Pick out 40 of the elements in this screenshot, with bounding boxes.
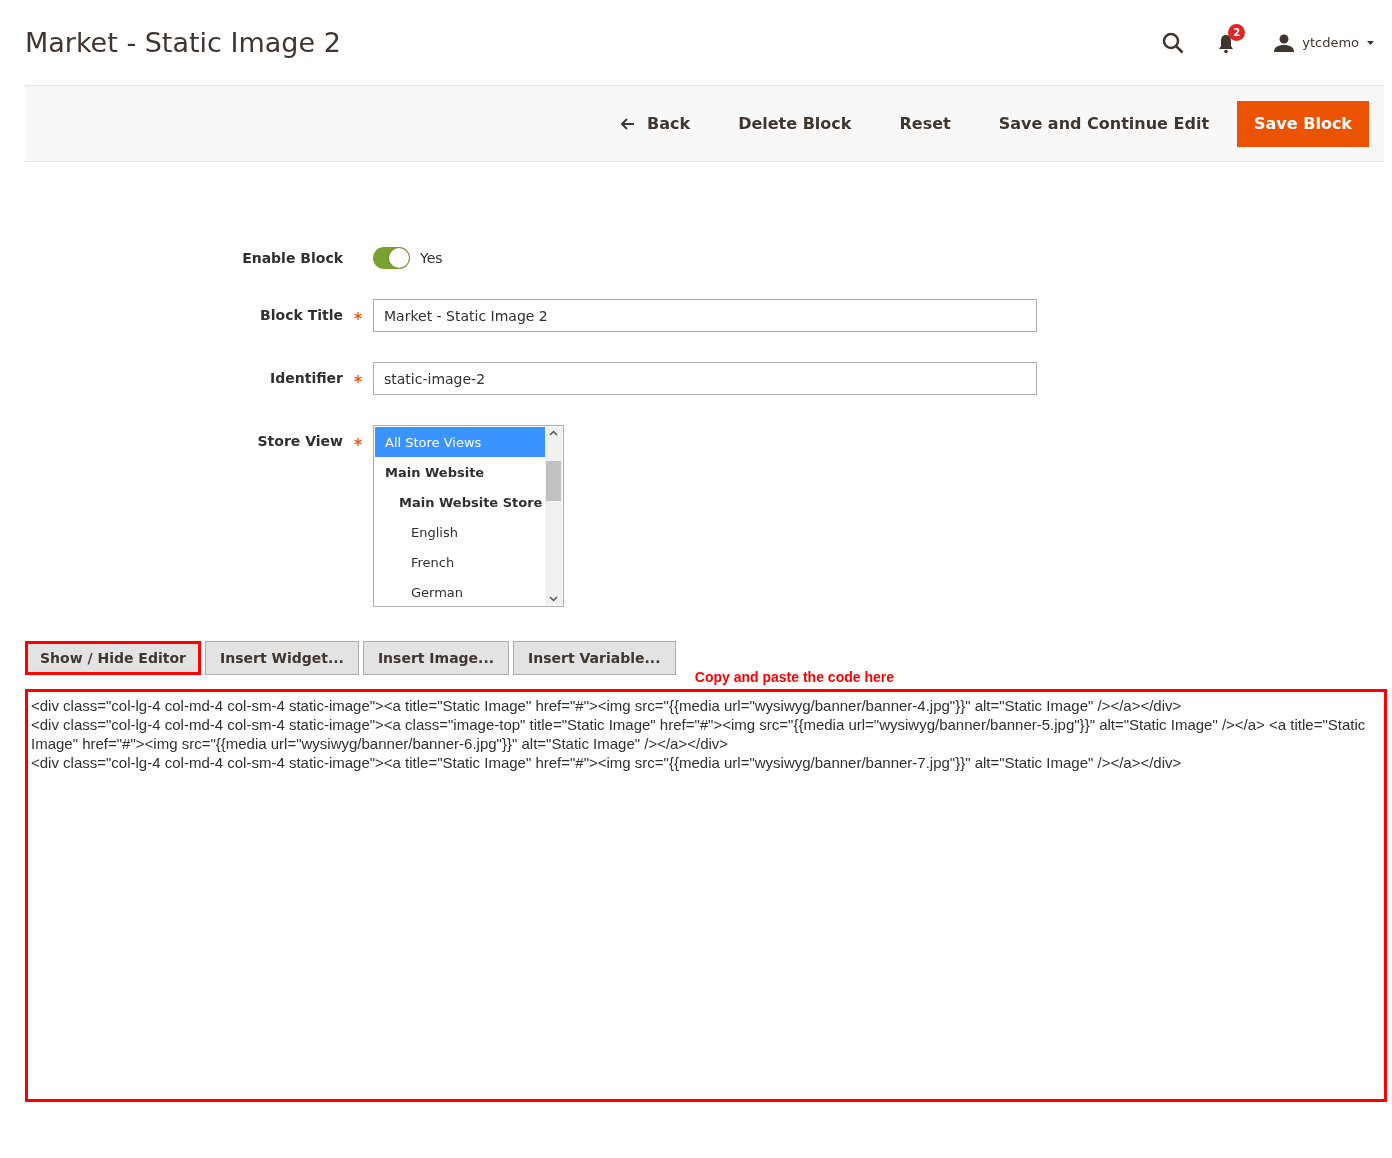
field-label: Identifier [269,369,343,386]
left-arrow-icon [620,117,635,130]
editor-button[interactable]: Insert Image... [362,641,510,675]
editor-button[interactable]: Insert Widget... [204,641,359,675]
toolbar-button[interactable]: Delete Block [718,100,872,147]
scroll-down-icon[interactable] [549,596,558,602]
bell-icon[interactable] [1218,33,1235,54]
toolbar-button[interactable]: Save and Continue Edit [978,100,1230,147]
toggle-label: Yes [420,250,443,266]
editor-button[interactable]: Insert Variable... [513,641,676,675]
scrollbar[interactable] [545,427,562,605]
toolbar-button[interactable]: Reset [879,100,971,147]
field-label: Enable Block [241,249,343,266]
list-option[interactable]: French [375,547,545,577]
list-option[interactable]: Main Website [375,457,545,487]
list-option[interactable]: Main Website Store [375,487,545,517]
list-option[interactable]: German [375,577,545,606]
list-option[interactable]: English [375,517,545,547]
caret-icon [1367,40,1374,45]
back-button[interactable]: Back [600,100,711,147]
annotation-text: Copy and paste the code here [693,669,895,685]
code-textarea[interactable] [25,689,1387,1102]
toggle-switch[interactable] [373,247,410,269]
text-input[interactable]: static-image-2 [373,362,1037,395]
field-label: Block Title [259,306,343,323]
user-menu[interactable]: ytcdemo [1274,33,1374,52]
editor-button[interactable]: Show / Hide Editor [25,641,201,675]
user-icon [1274,33,1295,52]
field-label: Store View [256,432,343,449]
code-line: <div class="col-lg-4 col-md-4 col-sm-4 static-image"><a class="image-top" title="Static Image" href="#"><img src="{{media url="wysiwyg/banner/banner-5.jpg"}}" alt="Static Image" /></a> <a title="Static Image" href="#"><img src="{{media url="wysiwyg/banner/banner-6.jpg"}}" alt="Static Image" /></a></div> [31,715,1367,753]
toolbar-button[interactable]: Save Block [1237,100,1369,147]
scroll-thumb[interactable] [546,461,561,501]
code-line: <div class="col-lg-4 col-md-4 col-sm-4 static-image"><a title="Static Image" href="#"><img src="{{media url="wysiwyg/banner/banner-4.jpg"}}" alt="Static Image" /></a></div> [31,696,1183,715]
code-line: <div class="col-lg-4 col-md-4 col-sm-4 static-image"><a title="Static Image" href="#"><img src="{{media url="wysiwyg/banner/banner-7.jpg"}}" alt="Static Image" /></a></div> [31,753,1183,772]
page-title: Market - Static Image 2 [25,27,342,58]
search-icon[interactable] [1162,31,1185,54]
store-view-listbox[interactable]: All Store Views Main Website Main Website Store English French German [373,425,564,607]
notification-count: 2 [1228,23,1246,41]
scroll-up-icon[interactable] [549,430,558,436]
text-input[interactable]: Market - Static Image 2 [373,299,1037,332]
